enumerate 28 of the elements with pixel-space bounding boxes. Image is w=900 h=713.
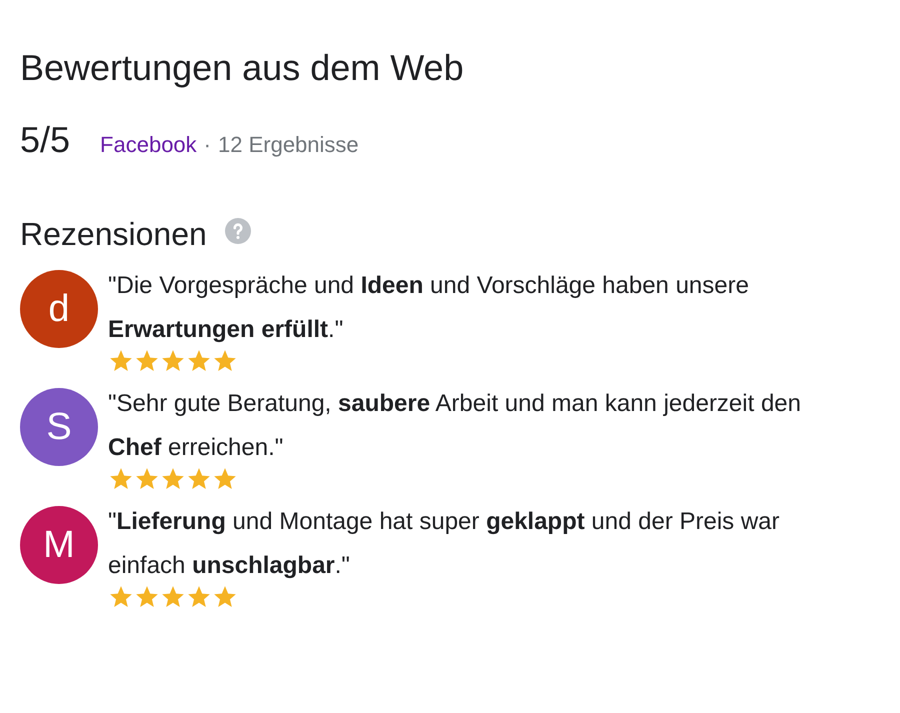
avatar: M bbox=[20, 506, 98, 584]
result-count: 12 Ergebnisse bbox=[218, 131, 359, 159]
star-icon bbox=[160, 348, 186, 374]
star-icon bbox=[108, 584, 134, 610]
star-icon bbox=[186, 466, 212, 492]
source-link[interactable]: Facebook bbox=[100, 128, 197, 161]
star-icon bbox=[186, 584, 212, 610]
star-icon bbox=[212, 466, 238, 492]
star-icon bbox=[212, 584, 238, 610]
star-icon bbox=[108, 466, 134, 492]
star-icon bbox=[160, 466, 186, 492]
rating-score: 5/5 bbox=[20, 118, 70, 162]
star-icon bbox=[134, 348, 160, 374]
separator: · bbox=[204, 131, 211, 159]
star-icon bbox=[160, 584, 186, 610]
avatar: S bbox=[20, 388, 98, 466]
help-icon[interactable] bbox=[224, 218, 251, 244]
star-icon bbox=[108, 348, 134, 374]
review-text: "Lieferung und Montage hat super geklappt und der Preis war einfach unschlagbar." bbox=[108, 507, 781, 581]
review-text: "Die Vorgespräche und Ideen und Vorschläge haben unsere Erwartungen erfüllt." bbox=[108, 271, 750, 345]
reviews-heading: Rezensionen bbox=[20, 215, 207, 254]
avatar: d bbox=[20, 270, 98, 348]
section-title: Bewertungen aus dem Web bbox=[20, 46, 465, 90]
star-icon bbox=[134, 584, 160, 610]
star-icon bbox=[212, 348, 238, 374]
review-text: "Sehr gute Beratung, saubere Arbeit und man kann jederzeit den Chef erreichen." bbox=[108, 389, 802, 463]
star-icon bbox=[186, 348, 212, 374]
star-icon bbox=[134, 466, 160, 492]
